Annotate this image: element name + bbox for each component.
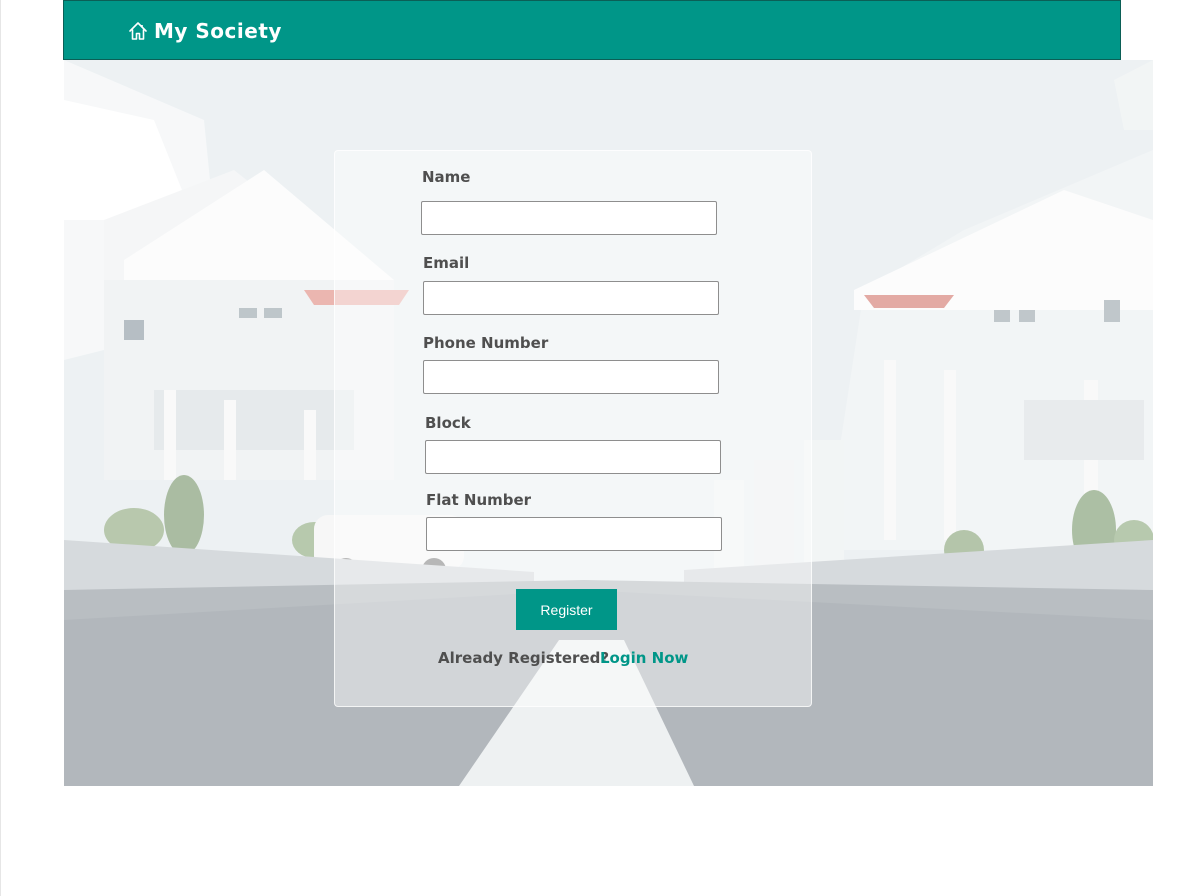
home-icon [129,22,147,40]
phone-number-field[interactable] [423,360,719,394]
top-navbar: My Society [63,0,1121,60]
name-label: Name [422,168,471,186]
brand[interactable]: My Society [128,19,282,43]
email-field[interactable] [423,281,719,315]
already-registered-text: Already Registered? [438,649,610,667]
flat-number-label: Flat Number [426,491,532,509]
flat-number-field[interactable] [426,517,722,551]
email-label: Email [423,254,470,272]
name-field[interactable] [421,201,717,235]
login-now-link[interactable]: Login Now [600,649,688,667]
register-button[interactable]: Register [516,589,617,630]
block-label: Block [425,414,471,432]
page: My Society Name Email Phone Number Block… [0,0,1202,896]
phone-number-label: Phone Number [423,334,549,352]
brand-title: My Society [154,19,282,43]
block-field[interactable] [425,440,721,474]
